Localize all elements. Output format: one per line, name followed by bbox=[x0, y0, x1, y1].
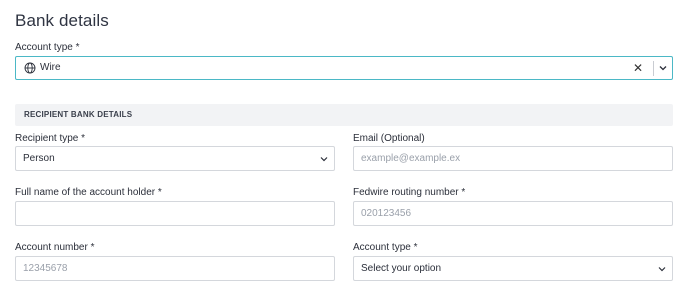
email-field[interactable]: example@example.ex bbox=[353, 146, 673, 171]
email-label: Email (Optional) bbox=[353, 133, 425, 144]
globe-icon bbox=[24, 62, 36, 74]
account-type-select[interactable]: Wire ✕ bbox=[15, 56, 673, 80]
account-number-label: Account number * bbox=[15, 242, 95, 253]
fedwire-routing-field[interactable]: 020123456 bbox=[353, 201, 673, 226]
full-name-label: Full name of the account holder * bbox=[15, 187, 162, 198]
fedwire-placeholder: 020123456 bbox=[361, 208, 412, 219]
select-separator bbox=[653, 61, 654, 76]
clear-icon[interactable]: ✕ bbox=[633, 62, 643, 74]
account-type-value: Wire bbox=[40, 62, 61, 73]
account-type-bottom-value: Select your option bbox=[361, 263, 442, 274]
account-type-label: Account type * bbox=[15, 42, 80, 53]
section-header: RECIPIENT BANK DETAILS bbox=[15, 104, 673, 126]
account-type-bottom-select[interactable]: Select your option bbox=[353, 256, 673, 281]
full-name-field[interactable] bbox=[15, 201, 335, 226]
recipient-type-select[interactable]: Person bbox=[15, 146, 335, 171]
email-placeholder: example@example.ex bbox=[361, 153, 461, 164]
chevron-down-icon bbox=[320, 157, 328, 162]
chevron-down-icon bbox=[658, 267, 666, 272]
page-title: Bank details bbox=[15, 11, 109, 30]
recipient-type-label: Recipient type * bbox=[15, 133, 86, 144]
account-type-bottom-label: Account type * bbox=[353, 242, 418, 253]
account-number-field[interactable]: 12345678 bbox=[15, 256, 335, 281]
chevron-down-icon[interactable] bbox=[658, 63, 668, 73]
recipient-type-value: Person bbox=[23, 153, 55, 164]
section-title: RECIPIENT BANK DETAILS bbox=[24, 110, 133, 119]
fedwire-label: Fedwire routing number * bbox=[353, 187, 466, 198]
account-number-placeholder: 12345678 bbox=[23, 263, 68, 274]
